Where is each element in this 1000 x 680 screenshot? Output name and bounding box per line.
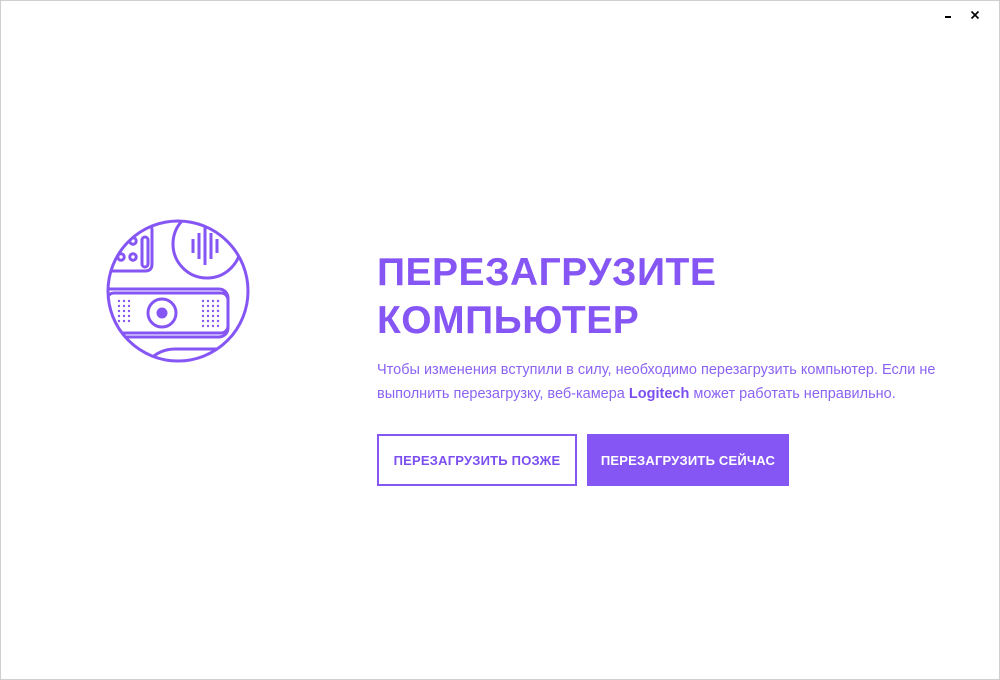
restart-now-button[interactable]: ПЕРЕЗАГРУЗИТЬ СЕЙЧАС [587,434,789,486]
title-line-1: ПЕРЕЗАГРУЗИТЕ [377,251,717,294]
webcam-illustration-icon [106,219,250,363]
minimize-button[interactable] [937,3,961,27]
app-window: ПЕРЕЗАГРУЗИТЕ КОМПЬЮТЕР Чтобы изменения … [0,0,1000,680]
description-part-2: может работать неправильно. [689,386,896,402]
restart-later-button[interactable]: ПЕРЕЗАГРУЗИТЬ ПОЗЖЕ [377,434,577,486]
webcam-illustration [105,219,253,365]
close-icon [970,10,980,20]
description-text: Чтобы изменения вступили в силу, необход… [377,358,977,406]
page-title: ПЕРЕЗАГРУЗИТЕ КОМПЬЮТЕР [377,249,716,345]
minimize-icon [945,16,951,18]
brand-name: Logitech [628,386,690,402]
close-button[interactable] [963,3,987,27]
title-line-2: КОМПЬЮТЕР [377,299,640,342]
